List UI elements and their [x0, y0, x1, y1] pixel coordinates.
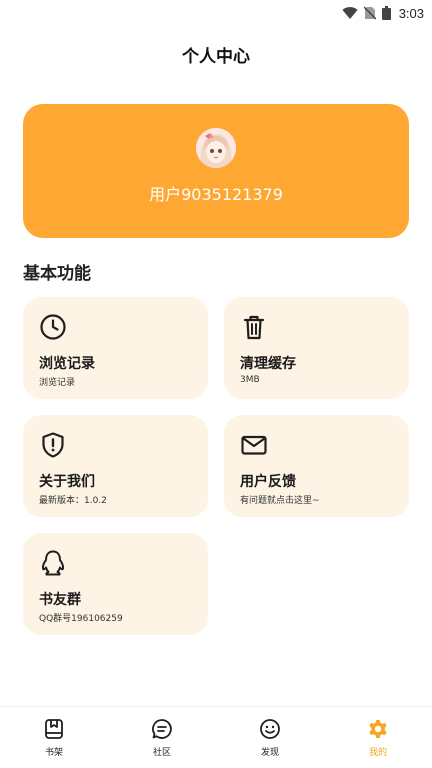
nav-item-community[interactable]: 社区	[108, 707, 216, 768]
tile-subtitle: 3MB	[240, 375, 260, 385]
tile-subtitle: QQ群号196106259	[39, 614, 123, 624]
shield-alert-icon	[42, 432, 64, 458]
trash-icon	[243, 315, 265, 340]
tile-subtitle: 最新版本：1.0.2	[39, 496, 107, 506]
bookshelf-icon	[45, 719, 63, 739]
bottom-nav: 书架 社区 发现 我的	[0, 706, 432, 768]
clock-icon	[40, 314, 66, 340]
nav-item-mine[interactable]: 我的	[324, 707, 432, 768]
status-icons: 3:03	[342, 4, 424, 22]
tile-title: 关于我们	[39, 474, 95, 490]
nav-label: 我的	[368, 748, 387, 758]
tile-clear-cache[interactable]: 清理缓存 3MB	[224, 297, 409, 399]
battery-icon	[381, 6, 391, 20]
page-title: 个人中心	[182, 47, 250, 67]
smile-icon	[260, 719, 280, 739]
nav-label: 社区	[152, 748, 171, 758]
status-time: 3:03	[398, 5, 424, 21]
nav-item-bookshelf[interactable]: 书架	[0, 707, 108, 768]
nav-item-discover[interactable]: 发现	[216, 707, 324, 768]
wifi-icon	[342, 7, 358, 20]
avatar[interactable]	[196, 128, 236, 168]
gear-icon	[369, 720, 387, 738]
nav-label: 发现	[260, 748, 279, 758]
tile-reader-group[interactable]: 书友群 QQ群号196106259	[23, 533, 208, 635]
no-sim-icon	[363, 6, 376, 20]
qq-penguin-icon	[41, 550, 65, 576]
profile-card[interactable]	[23, 104, 409, 238]
tile-title: 书友群	[39, 592, 81, 608]
tile-title: 浏览记录	[39, 356, 95, 372]
nav-label: 书架	[44, 748, 63, 758]
tile-browse-history[interactable]: 浏览记录 浏览记录	[23, 297, 208, 399]
tile-about-us[interactable]: 关于我们 最新版本：1.0.2	[23, 415, 208, 517]
tile-subtitle: 有问题就点击这里~	[240, 496, 320, 506]
tile-title: 清理缓存	[240, 356, 296, 372]
mail-icon	[241, 435, 267, 455]
avatar-illustration	[196, 128, 236, 168]
tile-user-feedback[interactable]: 用户反馈 有问题就点击这里~	[224, 415, 409, 517]
tile-subtitle: 浏览记录	[39, 378, 76, 388]
tile-title: 用户反馈	[240, 474, 296, 490]
username[interactable]: 用户9035121379	[23, 181, 409, 205]
section-title: 基本功能	[23, 264, 91, 284]
chat-icon	[152, 719, 172, 739]
status-bar: 3:03	[0, 0, 432, 26]
